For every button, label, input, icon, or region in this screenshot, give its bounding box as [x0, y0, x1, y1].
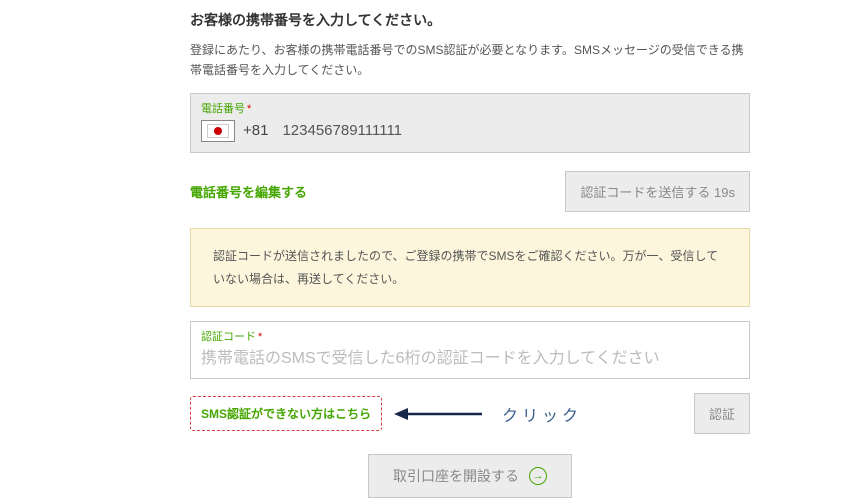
code-required-mark: * — [258, 331, 262, 343]
code-field-container: 認証コード* — [190, 321, 750, 379]
phone-required-mark: * — [247, 103, 251, 115]
open-account-button[interactable]: 取引口座を開設する → — [368, 454, 572, 498]
click-annotation-text: クリック — [502, 402, 582, 426]
verification-code-input[interactable] — [201, 348, 739, 370]
arrow-right-circle-icon: → — [529, 467, 547, 485]
country-flag-japan[interactable] — [201, 120, 235, 142]
dial-code: +81 — [243, 122, 268, 139]
arrow-left-icon — [394, 404, 484, 424]
phone-label: 電話番号 — [201, 100, 245, 116]
verify-button[interactable]: 認証 — [694, 393, 750, 434]
send-code-button[interactable]: 認証コードを送信する 19s — [565, 171, 750, 212]
phone-number-value: 123456789111111 — [282, 122, 402, 139]
page-title: お客様の携帯番号を入力してください。 — [190, 10, 750, 30]
sent-notice: 認証コードが送信されましたので、ご登録の携帯でSMSをご確認ください。万が一、受… — [190, 228, 750, 308]
open-account-label: 取引口座を開設する — [393, 466, 519, 486]
description-text: 登録にあたり、お客様の携帯電話番号でのSMS認証が必要となります。SMSメッセー… — [190, 40, 750, 81]
edit-phone-link[interactable]: 電話番号を編集する — [190, 182, 307, 201]
code-label: 認証コード — [201, 328, 256, 344]
sms-help-link[interactable]: SMS認証ができない方はこちら — [190, 396, 382, 431]
phone-field-container: 電話番号* +81 123456789111111 — [190, 93, 750, 153]
